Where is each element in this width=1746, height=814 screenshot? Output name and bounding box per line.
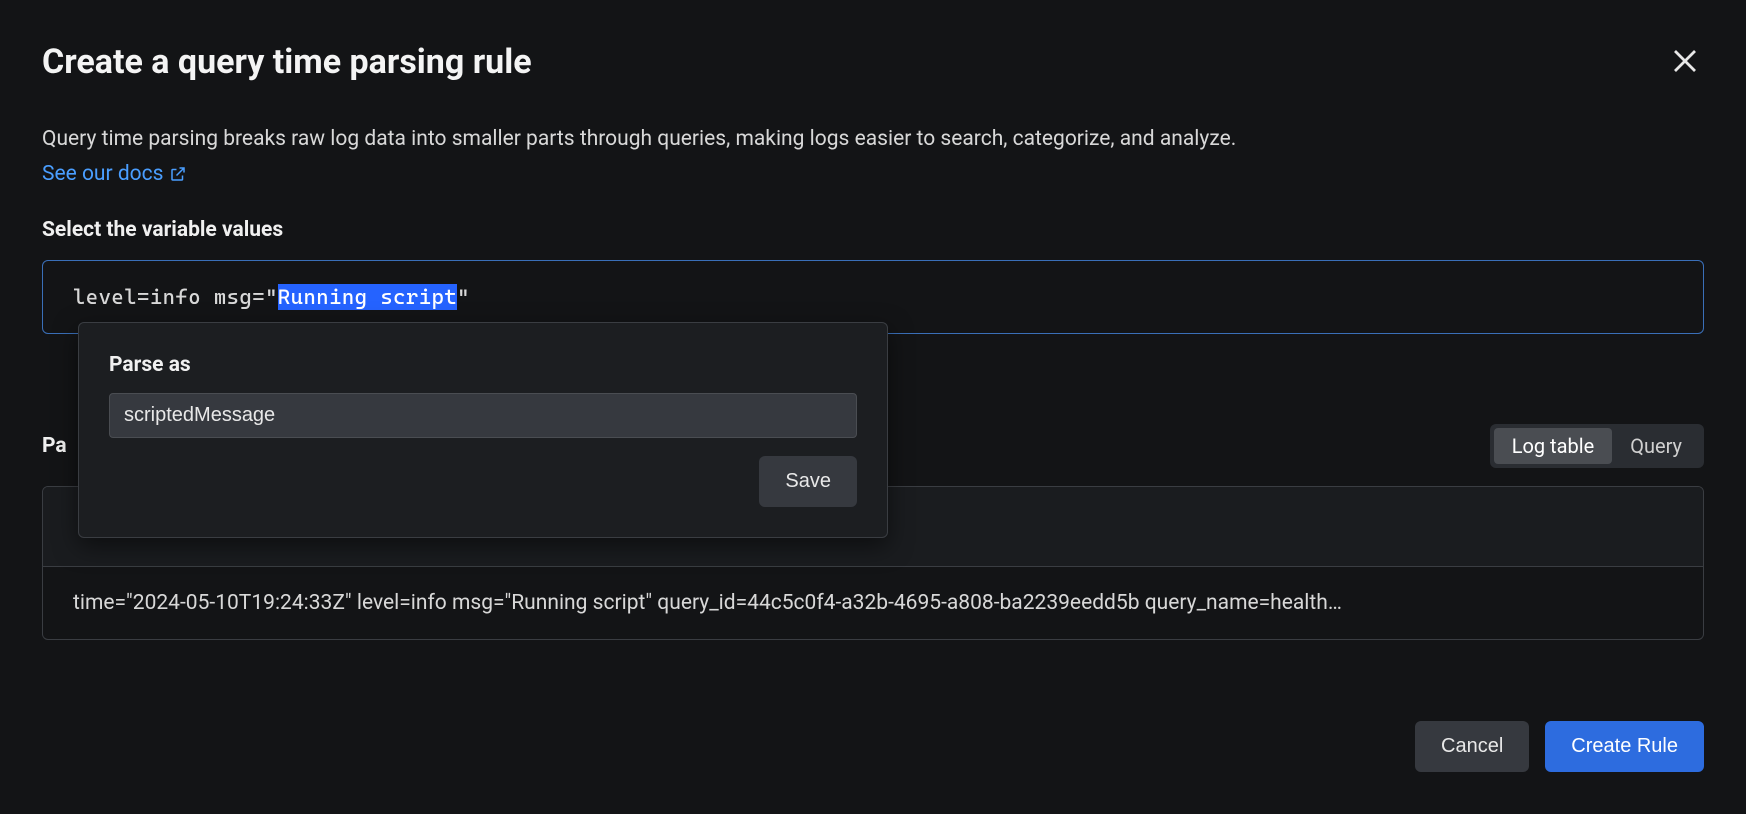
parse-as-popover: Parse as Save xyxy=(78,322,888,538)
view-toggle: Log table Query xyxy=(1490,424,1704,468)
dialog-description: Query time parsing breaks raw log data i… xyxy=(42,124,1704,156)
save-button[interactable]: Save xyxy=(759,456,857,507)
close-icon xyxy=(1670,46,1700,76)
parse-as-label: Parse as xyxy=(109,353,857,377)
parse-as-input[interactable] xyxy=(109,393,857,438)
close-button[interactable] xyxy=(1666,42,1704,84)
cancel-button[interactable]: Cancel xyxy=(1415,721,1529,772)
dialog-title: Create a query time parsing rule xyxy=(42,42,532,82)
input-text-suffix: " xyxy=(457,285,470,309)
toggle-log-table[interactable]: Log table xyxy=(1494,428,1613,464)
input-text-highlight: Running script xyxy=(278,284,457,310)
create-rule-button[interactable]: Create Rule xyxy=(1545,721,1704,772)
docs-link[interactable]: See our docs xyxy=(42,162,187,186)
dialog-footer: Cancel Create Rule xyxy=(1415,721,1704,772)
toggle-query[interactable]: Query xyxy=(1612,428,1700,464)
variable-section-label: Select the variable values xyxy=(42,218,1704,242)
parsing-results-label: Pa xyxy=(42,434,67,458)
docs-link-label: See our docs xyxy=(42,162,163,186)
input-text-prefix: level=info msg=" xyxy=(73,285,278,309)
external-link-icon xyxy=(169,165,187,183)
log-row[interactable]: time="2024-05-10T19:24:33Z" level=info m… xyxy=(43,567,1703,639)
